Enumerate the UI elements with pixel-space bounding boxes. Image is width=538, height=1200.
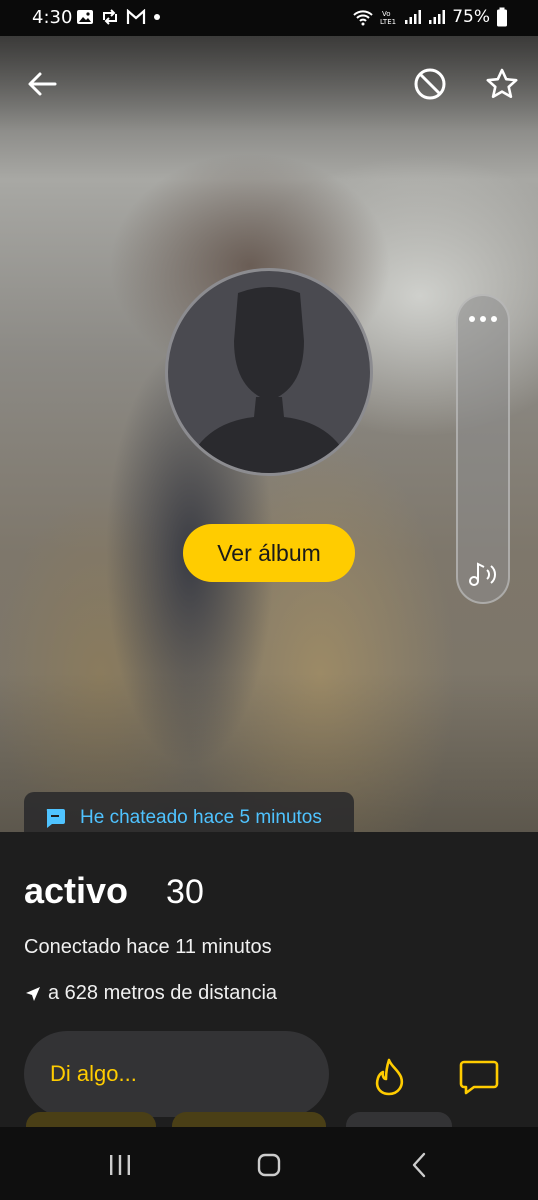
distance-text: a 628 metros de distancia <box>48 982 278 1004</box>
recents-button[interactable] <box>100 1145 140 1185</box>
chat-status-badge: He chateado hace 5 minutos <box>24 792 354 832</box>
message-icon <box>459 1060 499 1095</box>
system-nav-bar <box>0 1127 538 1200</box>
wifi-icon <box>353 10 373 26</box>
svg-text:LTE1: LTE1 <box>380 18 396 26</box>
audio-icon <box>469 562 497 586</box>
message-input-placeholder: Di algo... <box>50 1061 137 1086</box>
arrow-left-icon <box>28 72 57 96</box>
block-button[interactable] <box>406 60 454 108</box>
more-horizontal-icon <box>469 316 475 322</box>
chat-bubble-icon <box>46 809 65 828</box>
favorite-button[interactable] <box>478 60 526 108</box>
home-icon <box>257 1153 281 1177</box>
status-bar: 4:30 Vo LTE1 75% <box>0 0 538 36</box>
side-panel <box>456 294 510 604</box>
audio-button[interactable] <box>462 554 504 594</box>
profile-photo-area[interactable]: Ver álbum He chateado hace 5 minutos <box>0 36 538 832</box>
more-options-button[interactable] <box>458 304 508 334</box>
back-button[interactable] <box>18 60 66 108</box>
gmail-icon <box>126 9 146 24</box>
location-arrow-icon <box>26 986 40 1001</box>
message-button[interactable] <box>454 1052 504 1102</box>
name-row: activo 30 <box>24 870 204 912</box>
profile-age: 30 <box>166 873 204 911</box>
recents-icon <box>110 1155 130 1175</box>
svg-text:Vo: Vo <box>382 10 391 18</box>
battery-icon <box>497 7 507 27</box>
star-icon <box>486 68 518 98</box>
battery-percentage: 75% <box>452 7 490 27</box>
status-right-icons: Vo LTE1 75% <box>352 7 508 27</box>
signal-icon <box>429 10 446 24</box>
nav-back-button[interactable] <box>400 1145 440 1185</box>
message-input[interactable]: Di algo... <box>24 1031 329 1117</box>
signal-icon <box>405 10 422 24</box>
chat-status-text: He chateado hace 5 minutos <box>80 807 322 828</box>
status-left-icons <box>76 8 162 26</box>
view-album-button[interactable]: Ver álbum <box>183 524 355 582</box>
home-button[interactable] <box>249 1145 289 1185</box>
distance-row: a 628 metros de distancia <box>24 982 277 1005</box>
dot-icon <box>154 14 160 20</box>
default-avatar-icon <box>184 287 354 473</box>
back-icon <box>412 1152 426 1178</box>
profile-info: activo 30 Conectado hace 11 minutos a 62… <box>0 832 538 1132</box>
profile-name: activo <box>24 870 129 911</box>
block-icon <box>414 68 446 100</box>
status-time: 4:30 <box>32 7 73 28</box>
online-status: Conectado hace 11 minutos <box>24 936 272 958</box>
flame-button[interactable] <box>364 1052 414 1102</box>
volte-icon: VoLTE1 <box>380 10 396 26</box>
flame-icon <box>375 1058 404 1096</box>
sync-icon <box>103 9 117 25</box>
avatar <box>165 268 373 476</box>
image-icon <box>77 10 93 24</box>
